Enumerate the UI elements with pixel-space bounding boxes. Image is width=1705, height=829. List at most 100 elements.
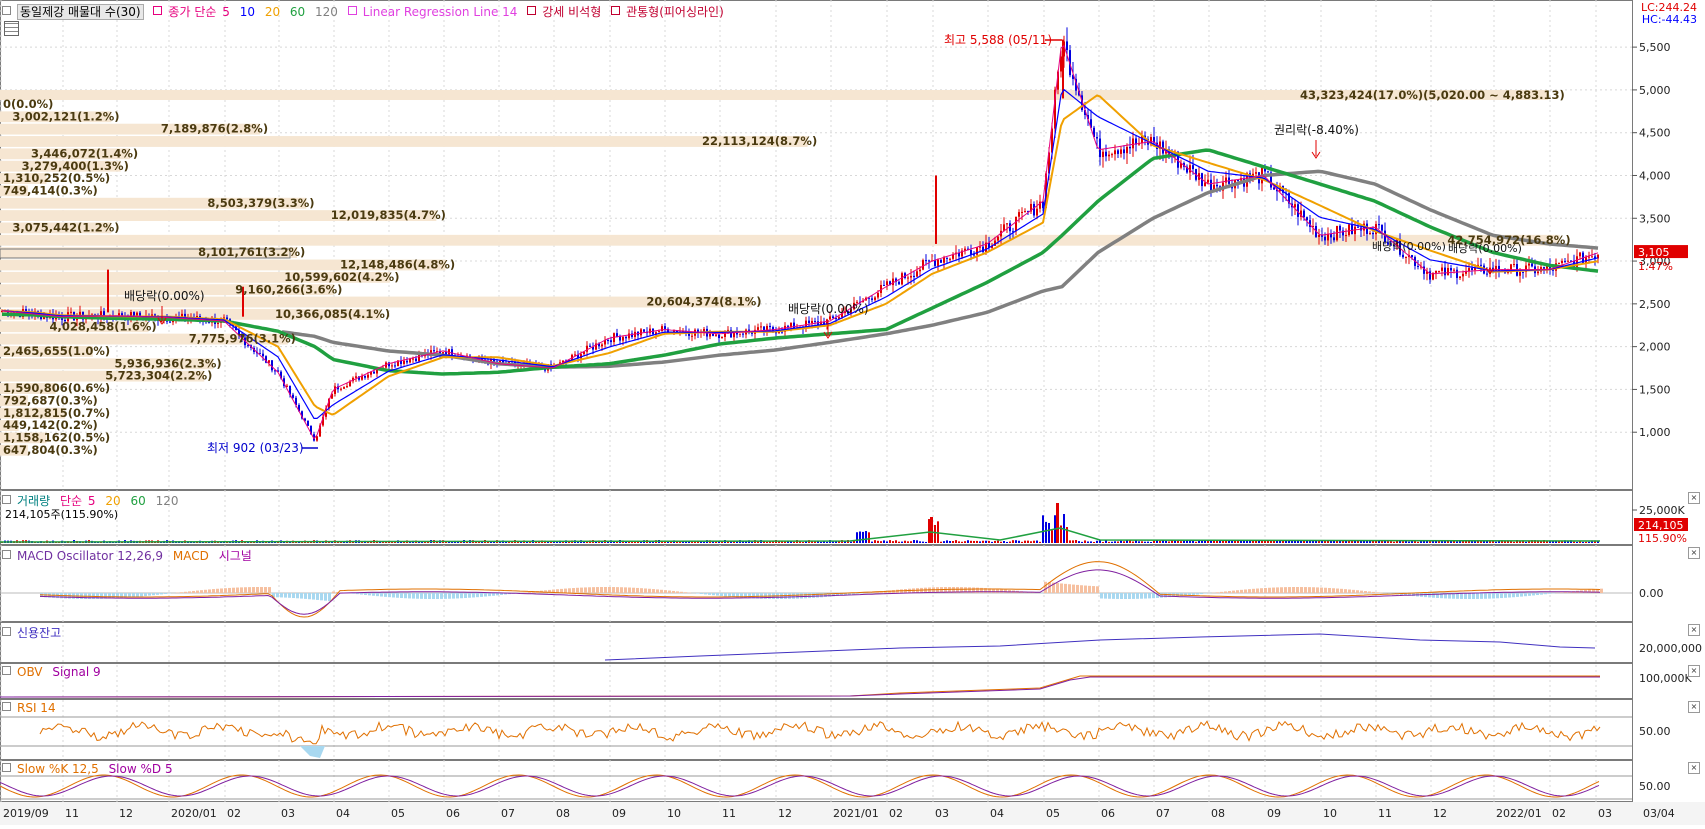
candle-body — [937, 260, 939, 266]
price-tick-label: 5,000 — [1639, 84, 1671, 97]
macd-histogram-bar — [596, 587, 599, 593]
candle-body — [394, 365, 396, 366]
macd-histogram-bar — [1280, 587, 1283, 593]
candle-body — [208, 322, 210, 323]
volume-bar — [946, 540, 948, 543]
macd-histogram-bar — [1088, 586, 1091, 593]
volume-bar — [793, 542, 795, 543]
time-tick-label: 02 — [1552, 807, 1566, 820]
volume-bar — [1252, 541, 1254, 543]
volume-bar — [703, 542, 705, 543]
volume-bar — [1237, 541, 1239, 543]
volume-close-icon[interactable]: × — [1688, 492, 1700, 504]
obv-close-icon[interactable]: × — [1688, 665, 1700, 677]
candle-body — [1453, 270, 1455, 271]
chart-title[interactable]: 동일제강 매물대 수(30) — [17, 4, 144, 20]
candle-body — [1216, 185, 1218, 186]
penetration-label[interactable]: 관통형(피어싱라인) — [626, 5, 724, 19]
candle-body — [907, 278, 909, 279]
volume-bar — [895, 540, 897, 543]
macd-histogram-bar — [656, 589, 659, 593]
macd-histogram-bar — [716, 593, 719, 596]
candle-body — [970, 250, 972, 254]
slow-k-label[interactable]: Slow %K 12,5 — [17, 762, 99, 776]
macd-histogram-bar — [1528, 593, 1531, 596]
time-tick-label: 03 — [1598, 807, 1612, 820]
volume-bar — [1261, 541, 1263, 543]
macd-histogram-bar — [724, 593, 727, 596]
rsi-close-icon[interactable]: × — [1688, 701, 1700, 713]
obv-signal-label[interactable]: Signal 9 — [52, 665, 100, 679]
candle-body — [412, 359, 414, 360]
credit-close-icon[interactable]: × — [1688, 624, 1700, 636]
obv-axis-label: 100,000K — [1639, 672, 1692, 685]
time-tick-label: 10 — [667, 807, 681, 820]
volume-bar — [1222, 541, 1224, 543]
candle-body — [898, 282, 900, 285]
time-tick-label: 08 — [556, 807, 570, 820]
ma-label[interactable]: 종가 단순 — [168, 5, 216, 19]
macd-histogram-bar — [1044, 582, 1047, 593]
volume-bar — [1033, 541, 1035, 543]
macd-histogram-bar — [408, 593, 411, 598]
candle-body — [1519, 272, 1521, 276]
volume-bar — [871, 542, 873, 543]
volume-bar — [856, 532, 858, 543]
macd-histogram-bar — [144, 593, 147, 596]
candle-body — [1207, 180, 1209, 183]
candle-body — [742, 334, 744, 335]
macd-histogram-bar — [460, 593, 463, 598]
volume-bar — [1012, 540, 1014, 543]
candle-body — [607, 340, 609, 341]
candle-body — [1015, 217, 1017, 232]
stoch-close-icon[interactable]: × — [1688, 762, 1700, 774]
candle-body — [997, 236, 999, 240]
macd-histogram-bar — [1096, 586, 1099, 593]
macd-histogram-bar — [1256, 589, 1259, 593]
macd-histogram-bar — [488, 593, 491, 596]
time-tick-label: 04 — [336, 807, 350, 820]
volume-profile-label: 3,075,442(1.2%) — [12, 221, 119, 235]
lr-label[interactable]: Linear Regression Line 14 — [363, 5, 518, 19]
price-tick-label: 4,000 — [1639, 169, 1671, 182]
candle-body — [619, 337, 621, 341]
macd-label[interactable]: MACD — [173, 549, 209, 563]
macd-histogram-bar — [332, 592, 335, 593]
slow-d-label[interactable]: Slow %D 5 — [109, 762, 173, 776]
candle-body — [1447, 268, 1449, 275]
credit-label[interactable]: 신용잔고 — [17, 626, 61, 640]
candle-body — [1126, 147, 1128, 153]
candle-body — [892, 279, 894, 286]
volume-bar — [1153, 541, 1155, 543]
macd-histogram-bar — [1220, 592, 1223, 593]
volume-badge-text: 214,105 — [1638, 519, 1684, 532]
macd-osc-label[interactable]: MACD Oscillator 12,26,9 — [17, 549, 163, 563]
candle-body — [1444, 268, 1446, 276]
volume-bar — [1045, 522, 1047, 543]
macd-close-icon[interactable]: × — [1688, 547, 1700, 559]
last-pct-text: 1.47% — [1638, 260, 1673, 273]
candle-body — [712, 334, 714, 336]
strong-label[interactable]: 강세 비석형 — [542, 5, 601, 19]
volume-bar — [1402, 541, 1404, 543]
macd-histogram-bar — [484, 593, 487, 597]
volume-bar — [1159, 541, 1161, 543]
volume-bar — [1174, 541, 1176, 543]
signal-label[interactable]: 시그널 — [219, 549, 252, 563]
macd-histogram-bar — [1216, 592, 1219, 593]
volume-bar — [1585, 542, 1587, 543]
grid-toggle-icon[interactable] — [4, 21, 19, 36]
macd-histogram-bar — [1372, 592, 1375, 593]
volume-bar — [862, 532, 864, 543]
time-tick-label: 03 — [935, 807, 949, 820]
volume-bar — [949, 541, 951, 543]
candle-body — [1132, 138, 1134, 148]
volume-bar — [1288, 541, 1290, 543]
volume-bar — [1351, 541, 1353, 543]
price-tick-label: 2,500 — [1639, 298, 1671, 311]
macd-histogram-bar — [588, 587, 591, 593]
candle-body — [628, 334, 630, 339]
obv-label[interactable]: OBV — [17, 665, 43, 679]
rsi-label[interactable]: RSI 14 — [17, 701, 56, 715]
volume-profile-label: 10,366,085(4.1%) — [275, 307, 390, 321]
